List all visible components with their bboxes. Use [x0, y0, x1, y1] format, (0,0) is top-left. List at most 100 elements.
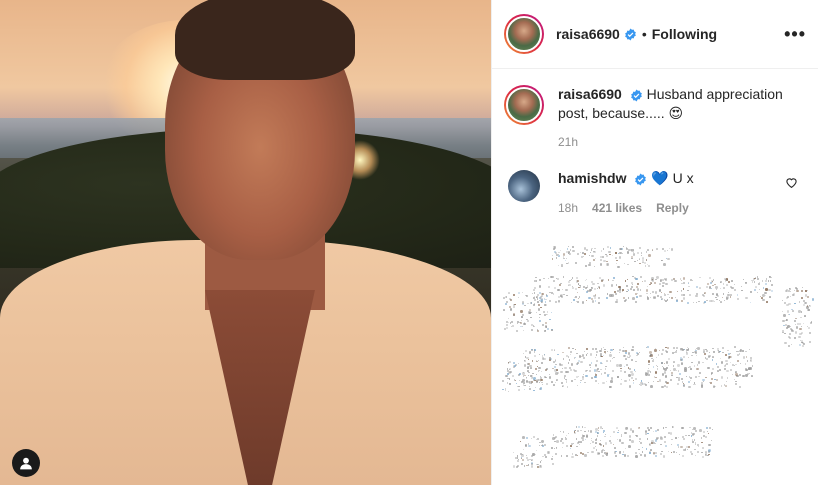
noise-speck: [686, 346, 688, 348]
noise-speck: [578, 296, 580, 298]
noise-speck: [623, 365, 626, 368]
noise-speck: [529, 380, 532, 384]
more-options-icon[interactable]: •••: [784, 24, 806, 45]
noise-speck: [647, 285, 649, 287]
caption-avatar[interactable]: [504, 85, 544, 125]
noise-speck: [572, 246, 575, 249]
commenter-avatar[interactable]: [508, 170, 540, 202]
noise-speck: [533, 289, 535, 291]
noise-speck: [666, 249, 669, 252]
caption-username[interactable]: raisa6690: [558, 86, 622, 102]
noise-speck: [568, 262, 570, 264]
noise-speck: [518, 372, 521, 375]
noise-speck: [657, 354, 660, 356]
noise-speck: [807, 308, 810, 312]
hair: [175, 0, 355, 80]
noise-speck: [517, 297, 519, 299]
noise-speck: [618, 351, 621, 354]
noise-speck: [697, 451, 700, 454]
noise-speck: [613, 356, 615, 359]
noise-speck: [733, 288, 736, 292]
noise-speck: [746, 360, 749, 362]
comment-likes[interactable]: 421 likes: [592, 201, 642, 215]
noise-speck: [656, 436, 659, 440]
noise-speck: [602, 284, 606, 287]
commenter-username[interactable]: hamishdw: [558, 170, 626, 186]
noise-speck: [747, 373, 749, 376]
noise-speck: [562, 447, 564, 449]
noise-speck: [722, 286, 725, 289]
noise-speck: [565, 288, 568, 292]
noise-speck: [522, 325, 524, 327]
noise-speck: [643, 280, 646, 283]
reply-button[interactable]: Reply: [656, 201, 689, 215]
noise-speck: [648, 254, 651, 257]
author-username[interactable]: raisa6690: [556, 26, 620, 42]
noise-speck: [653, 430, 655, 433]
noise-speck: [503, 309, 505, 311]
noise-speck: [585, 264, 588, 267]
user-tag-button[interactable]: [12, 449, 40, 477]
noise-speck: [599, 350, 602, 353]
noise-speck: [576, 363, 579, 366]
noise-speck: [518, 362, 520, 365]
noise-speck: [698, 300, 700, 303]
noise-speck: [627, 297, 630, 300]
noise-speck: [560, 455, 563, 457]
noise-speck: [608, 373, 610, 376]
noise-speck: [540, 361, 543, 364]
noise-speck: [568, 246, 570, 248]
noise-speck: [654, 282, 656, 284]
noise-speck: [790, 296, 792, 298]
noise-speck: [577, 385, 579, 387]
noise-speck: [593, 258, 596, 261]
noise-speck: [544, 376, 546, 378]
noise-speck: [698, 375, 700, 378]
noise-speck: [597, 435, 599, 437]
author-avatar[interactable]: [504, 14, 544, 54]
noise-speck: [683, 297, 686, 300]
noise-speck: [643, 261, 646, 265]
noise-speck: [712, 355, 715, 358]
noise-speck: [590, 254, 594, 258]
noise-speck: [744, 363, 746, 365]
noise-speck: [517, 460, 520, 463]
obscured-comments: [492, 236, 818, 485]
noise-speck: [600, 368, 602, 371]
noise-speck: [730, 294, 732, 296]
noise-speck: [666, 299, 669, 301]
noise-speck: [586, 291, 589, 294]
noise-speck: [585, 249, 588, 252]
noise-speck: [538, 366, 541, 370]
noise-speck: [516, 329, 519, 333]
noise-speck: [683, 448, 686, 451]
noise-speck: [529, 367, 532, 370]
noise-speck: [706, 299, 708, 301]
noise-speck: [756, 291, 759, 294]
noise-speck: [765, 283, 768, 286]
noise-speck: [560, 370, 563, 373]
noise-speck: [526, 436, 529, 439]
noise-speck: [568, 432, 570, 434]
noise-speck: [533, 292, 536, 294]
noise-speck: [535, 453, 537, 455]
noise-speck: [754, 277, 757, 280]
noise-speck: [513, 306, 516, 309]
noise-speck: [687, 289, 689, 292]
noise-speck: [524, 304, 526, 307]
noise-speck: [693, 383, 695, 386]
noise-speck: [532, 373, 534, 375]
noise-speck: [524, 384, 526, 387]
comment-time[interactable]: 18h: [558, 201, 578, 215]
noise-speck: [604, 348, 606, 351]
noise-speck: [566, 385, 569, 388]
noise-speck: [682, 437, 686, 441]
post-time[interactable]: 21h: [558, 133, 802, 152]
noise-speck: [608, 250, 611, 254]
following-button[interactable]: Following: [652, 26, 717, 42]
noise-speck: [661, 279, 665, 282]
noise-speck: [801, 342, 803, 344]
noise-speck: [622, 347, 624, 349]
heart-outline-icon[interactable]: [785, 176, 798, 189]
noise-speck: [564, 259, 567, 262]
